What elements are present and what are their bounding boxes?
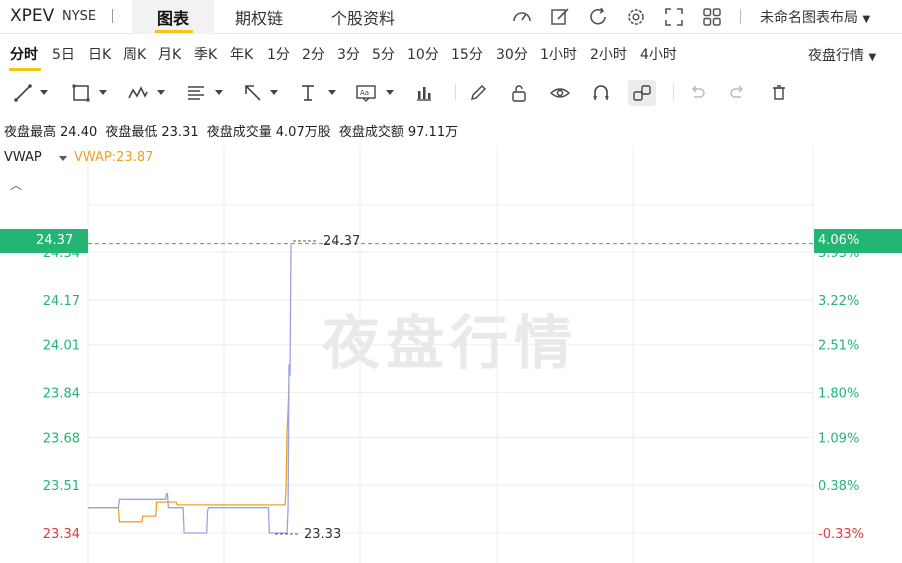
tab-chart[interactable]: 图表 [157,5,189,29]
active-interval-indicator [9,68,41,71]
vwap-line [88,384,290,523]
y-tick-label-right: -0.33% [818,527,864,542]
current-pct-tag: 4.06% [814,229,902,253]
exchange-label: NYSE [62,9,97,24]
interval-tick[interactable]: 分时 [10,44,38,64]
interval-30m[interactable]: 30分 [496,44,528,64]
session-stats: 夜盘最高 24.40 夜盘最低 23.31 夜盘成交量 4.07万股 夜盘成交额 97.… [4,121,462,140]
redo-icon[interactable] [727,82,749,104]
chevron-down-icon[interactable] [215,90,223,95]
settings-icon[interactable] [625,6,647,28]
interval-bar: 分时 5日 日K 周K 月K 季K 年K 1分 2分 3分 5分 10分 15分… [0,36,902,71]
interval-15m[interactable]: 15分 [451,44,483,64]
y-tick-label-right: 2.51% [818,339,859,354]
y-tick-label-right: 0.38% [818,479,859,494]
interval-monthly[interactable]: 月K [158,44,181,64]
chevron-down-icon: ▼ [862,14,871,25]
chevron-down-icon[interactable] [386,90,394,95]
y-tick-label-left: 23.34 [43,527,80,542]
y-tick-label-left: 24.17 [43,294,80,309]
interval-weekly[interactable]: 周K [123,44,146,64]
trend-line-icon[interactable] [12,82,34,104]
rectangle-icon[interactable] [70,82,92,104]
eye-icon[interactable] [549,82,571,104]
interval-5m[interactable]: 5分 [372,44,395,64]
refresh-icon[interactable] [587,6,609,28]
low-label: 夜盘最低 [105,125,158,140]
interval-2h[interactable]: 2小时 [590,44,627,64]
bar-chart-icon[interactable] [413,82,435,104]
chevron-down-icon[interactable] [270,90,278,95]
speedometer-icon[interactable] [511,6,533,28]
chevron-down-icon[interactable] [59,156,67,161]
interval-10m[interactable]: 10分 [407,44,439,64]
y-tick-label-left: 23.84 [43,387,80,402]
link-icon[interactable] [631,82,653,104]
interval-daily[interactable]: 日K [88,44,111,64]
header-divider [112,9,113,23]
watermark-text: 夜盘行情 [322,309,579,377]
low-value: 23.31 [161,125,199,140]
tab-company-profile[interactable]: 个股资料 [331,5,395,29]
layout-selector[interactable]: 未命名图表布局 ▼ [760,7,870,27]
active-tab-indicator [155,30,193,33]
volume-value: 4.07万股 [275,125,331,140]
volume-label: 夜盘成交量 [206,125,272,140]
y-tick-label-left: 23.68 [43,431,80,446]
high-value: 24.40 [60,125,98,140]
interval-1h[interactable]: 1小时 [540,44,577,64]
chevron-down-icon[interactable] [99,90,107,95]
y-tick-label-left: 23.51 [43,479,80,494]
chevron-down-icon[interactable] [328,90,336,95]
toolbar-divider [455,84,456,100]
chevron-down-icon[interactable] [40,90,48,95]
high-marker-label: 24.37 [323,234,361,249]
fullscreen-icon[interactable] [663,6,685,28]
amount-value: 97.11万 [407,125,459,140]
y-tick-label-right: 3.22% [818,294,859,309]
interval-1m[interactable]: 1分 [267,44,290,64]
undo-icon[interactable] [686,82,708,104]
amount-label: 夜盘成交额 [338,125,404,140]
high-label: 夜盘最高 [4,125,57,140]
interval-5d[interactable]: 5日 [52,44,75,64]
pattern-icon[interactable] [127,82,149,104]
drawing-toolbar: Aa [0,76,902,110]
interval-3m[interactable]: 3分 [337,44,360,64]
trash-icon[interactable] [768,82,790,104]
interval-yearly[interactable]: 年K [230,44,253,64]
session-selector[interactable]: 夜盘行情 ▼ [808,45,876,65]
fib-icon[interactable] [185,82,207,104]
magnet-icon[interactable] [590,82,612,104]
layout-name: 未命名图表布局 [760,10,858,26]
tab-options-chain[interactable]: 期权链 [235,5,283,29]
text-cursor-icon[interactable] [297,82,319,104]
interval-4h[interactable]: 4小时 [640,44,677,64]
header-divider [740,9,741,24]
low-marker-label: 23.33 [304,527,342,542]
y-tick-label-left: 24.01 [43,339,80,354]
interval-2m[interactable]: 2分 [302,44,325,64]
session-name: 夜盘行情 [808,48,864,64]
top-header: XPEV NYSE 图表 期权链 个股资料 未命名图表布局 ▼ [0,0,902,34]
grid-icon[interactable] [701,6,723,28]
interval-quarterly[interactable]: 季K [194,44,217,64]
y-tick-label-right: 1.80% [818,387,859,402]
indicator-value: VWAP:23.87 [74,150,154,165]
price-line [88,243,292,534]
indicator-selector[interactable]: VWAP [4,150,42,165]
edit-icon[interactable] [549,6,571,28]
chevron-down-icon: ▼ [868,52,877,63]
arrow-icon[interactable] [242,82,264,104]
svg-text:Aa: Aa [360,89,369,97]
y-tick-label-right: 1.09% [818,431,859,446]
chevron-down-icon[interactable] [157,90,165,95]
ticker-symbol: XPEV [10,6,55,26]
toolbar-divider [673,84,674,100]
lock-icon[interactable] [508,82,530,104]
current-price-tag: 24.37 [0,229,88,253]
pencil-icon[interactable] [467,82,489,104]
annotation-icon[interactable]: Aa [355,82,377,104]
collapse-icon[interactable]: ︿ [10,176,22,193]
